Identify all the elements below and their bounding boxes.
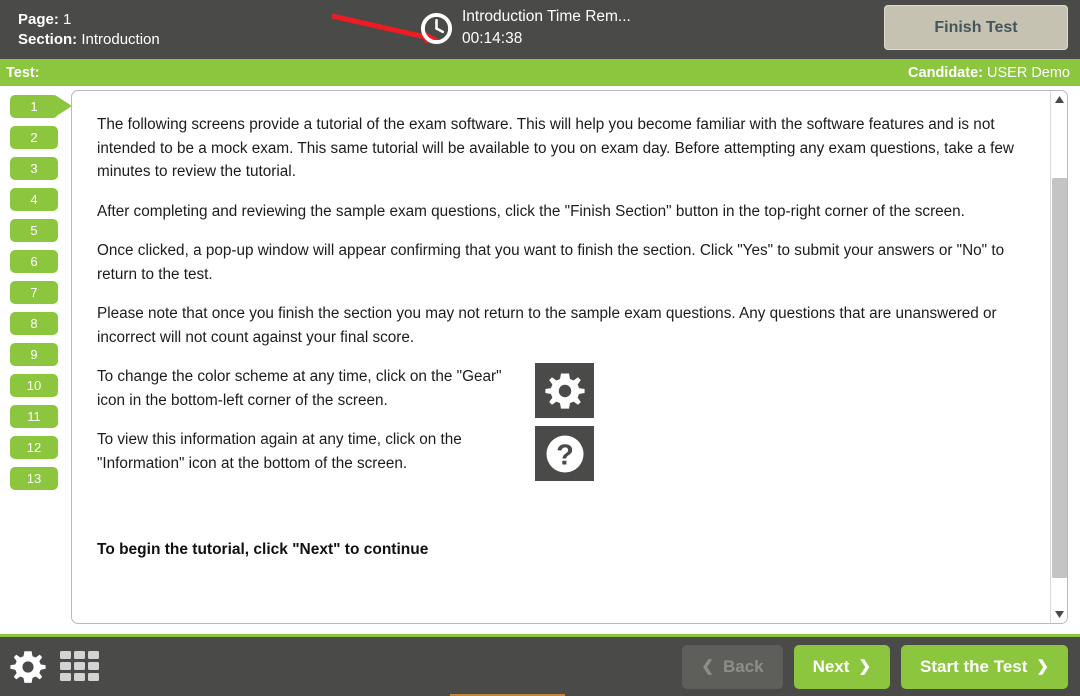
page-nav-item-6[interactable]: 6	[10, 250, 58, 273]
test-label: Test:	[6, 64, 40, 81]
page-nav-item-label: 3	[30, 161, 38, 176]
chevron-right-icon: ❯	[858, 658, 872, 675]
timer-block: Introduction Time Rem... 00:14:38	[420, 6, 631, 50]
intro-paragraph-2: After completing and reviewing the sampl…	[97, 202, 965, 220]
intro-paragraph-3: Once clicked, a pop-up window will appea…	[97, 242, 1005, 283]
gear-icon	[544, 373, 585, 409]
start-test-button-label: Start the Test	[920, 656, 1028, 676]
grid-menu-icon[interactable]	[60, 651, 100, 682]
page-nav-item-label: 9	[30, 347, 38, 362]
page-nav-item-10[interactable]: 10	[10, 374, 58, 397]
page-nav-item-4[interactable]: 4	[10, 188, 58, 211]
finish-test-button[interactable]: Finish Test	[884, 5, 1068, 50]
gear-icon[interactable]	[10, 649, 46, 685]
question-mark-icon: ?	[546, 435, 583, 472]
timer-text: Introduction Time Rem... 00:14:38	[462, 6, 631, 50]
page-nav-item-label: 13	[26, 471, 42, 486]
test-info-bar: Test: Candidate: USER Demo	[0, 59, 1080, 86]
scroll-up-arrow-icon[interactable]	[1051, 91, 1067, 108]
section-label: Section:	[18, 30, 78, 48]
svg-text:?: ?	[556, 439, 574, 471]
chevron-left-icon: ❮	[701, 658, 714, 675]
test-name-group: Test:	[6, 65, 40, 81]
footer-toolbar: ❮ Back Next ❯ Start the Test ❯	[0, 634, 1080, 696]
page-nav-item-label: 1	[30, 99, 38, 114]
gear-instruction-text: To change the color scheme at any time, …	[97, 368, 502, 409]
next-button-label: Next	[812, 656, 850, 676]
page-nav-item-5[interactable]: 5	[10, 219, 58, 242]
candidate-label: Candidate:	[908, 64, 983, 81]
page-nav-item-label: 10	[26, 378, 42, 393]
timer-value: 00:14:38	[462, 30, 523, 47]
scroll-down-arrow-icon[interactable]	[1051, 606, 1067, 623]
chevron-right-icon: ❯	[1036, 658, 1049, 675]
footer-navigation-buttons: ❮ Back Next ❯ Start the Test ❯	[682, 644, 1068, 689]
top-header: Page: 1 Section: Introduction Introducti…	[0, 0, 1080, 59]
content-scrollbar[interactable]	[1050, 91, 1067, 623]
candidate-value: USER Demo	[987, 64, 1070, 81]
page-nav-item-8[interactable]: 8	[10, 312, 58, 335]
page-line: Page: 1	[18, 10, 160, 30]
page-nav-item-11[interactable]: 11	[10, 405, 58, 428]
page-nav-item-12[interactable]: 12	[10, 436, 58, 459]
page-nav-item-label: 6	[30, 254, 38, 269]
page-nav-item-13[interactable]: 13	[10, 467, 58, 490]
gear-instruction-row: To change the color scheme at any time, …	[97, 363, 1031, 418]
page-label: Page:	[18, 10, 59, 28]
next-button[interactable]: Next ❯	[793, 644, 891, 689]
footer-left-icons	[10, 649, 100, 685]
page-nav-item-1[interactable]: 1	[10, 95, 72, 118]
info-instruction-row: To view this information again at any ti…	[97, 426, 1031, 481]
page-navigation-rail: 1 2 3 4 5 6 7 8 9 10 11 12 13	[0, 86, 72, 634]
candidate-group: Candidate: USER Demo	[908, 65, 1070, 81]
back-button[interactable]: ❮ Back	[682, 644, 783, 689]
back-button-label: Back	[722, 656, 764, 676]
scrollbar-thumb[interactable]	[1052, 178, 1067, 578]
page-nav-item-9[interactable]: 9	[10, 343, 58, 366]
page-nav-item-label: 5	[30, 223, 38, 238]
clock-icon	[420, 12, 453, 44]
page-nav-item-2[interactable]: 2	[10, 126, 58, 149]
content-panel: The following screens provide a tutorial…	[71, 90, 1068, 624]
closing-instruction: To begin the tutorial, click "Next" to c…	[97, 541, 429, 558]
page-nav-item-label: 7	[30, 285, 38, 300]
page-nav-item-label: 12	[26, 440, 42, 455]
content-inner: The following screens provide a tutorial…	[72, 91, 1067, 569]
section-value: Introduction	[81, 30, 160, 48]
page-nav-item-label: 2	[30, 130, 38, 145]
page-nav-item-label: 4	[30, 192, 38, 207]
scrollbar-track[interactable]	[1051, 108, 1067, 606]
intro-paragraph-1: The following screens provide a tutorial…	[97, 116, 1014, 180]
info-icon-illustration: ?	[535, 426, 594, 481]
gear-icon-illustration	[535, 363, 594, 418]
page-nav-item-3[interactable]: 3	[10, 157, 58, 180]
body-area: 1 2 3 4 5 6 7 8 9 10 11 12 13 The following screens …	[0, 86, 1080, 634]
start-test-button[interactable]: Start the Test ❯	[901, 644, 1068, 689]
page-nav-item-label: 8	[30, 316, 38, 331]
info-instruction-text: To view this information again at any ti…	[97, 431, 462, 472]
page-value: 1	[63, 10, 72, 28]
page-nav-item-label: 11	[27, 409, 41, 424]
intro-paragraph-4: Please note that once you finish the sec…	[97, 305, 997, 346]
page-section-info: Page: 1 Section: Introduction	[18, 10, 160, 50]
section-line: Section: Introduction	[18, 30, 160, 50]
timer-label: Introduction Time Rem...	[462, 8, 631, 25]
page-nav-item-7[interactable]: 7	[10, 281, 58, 304]
